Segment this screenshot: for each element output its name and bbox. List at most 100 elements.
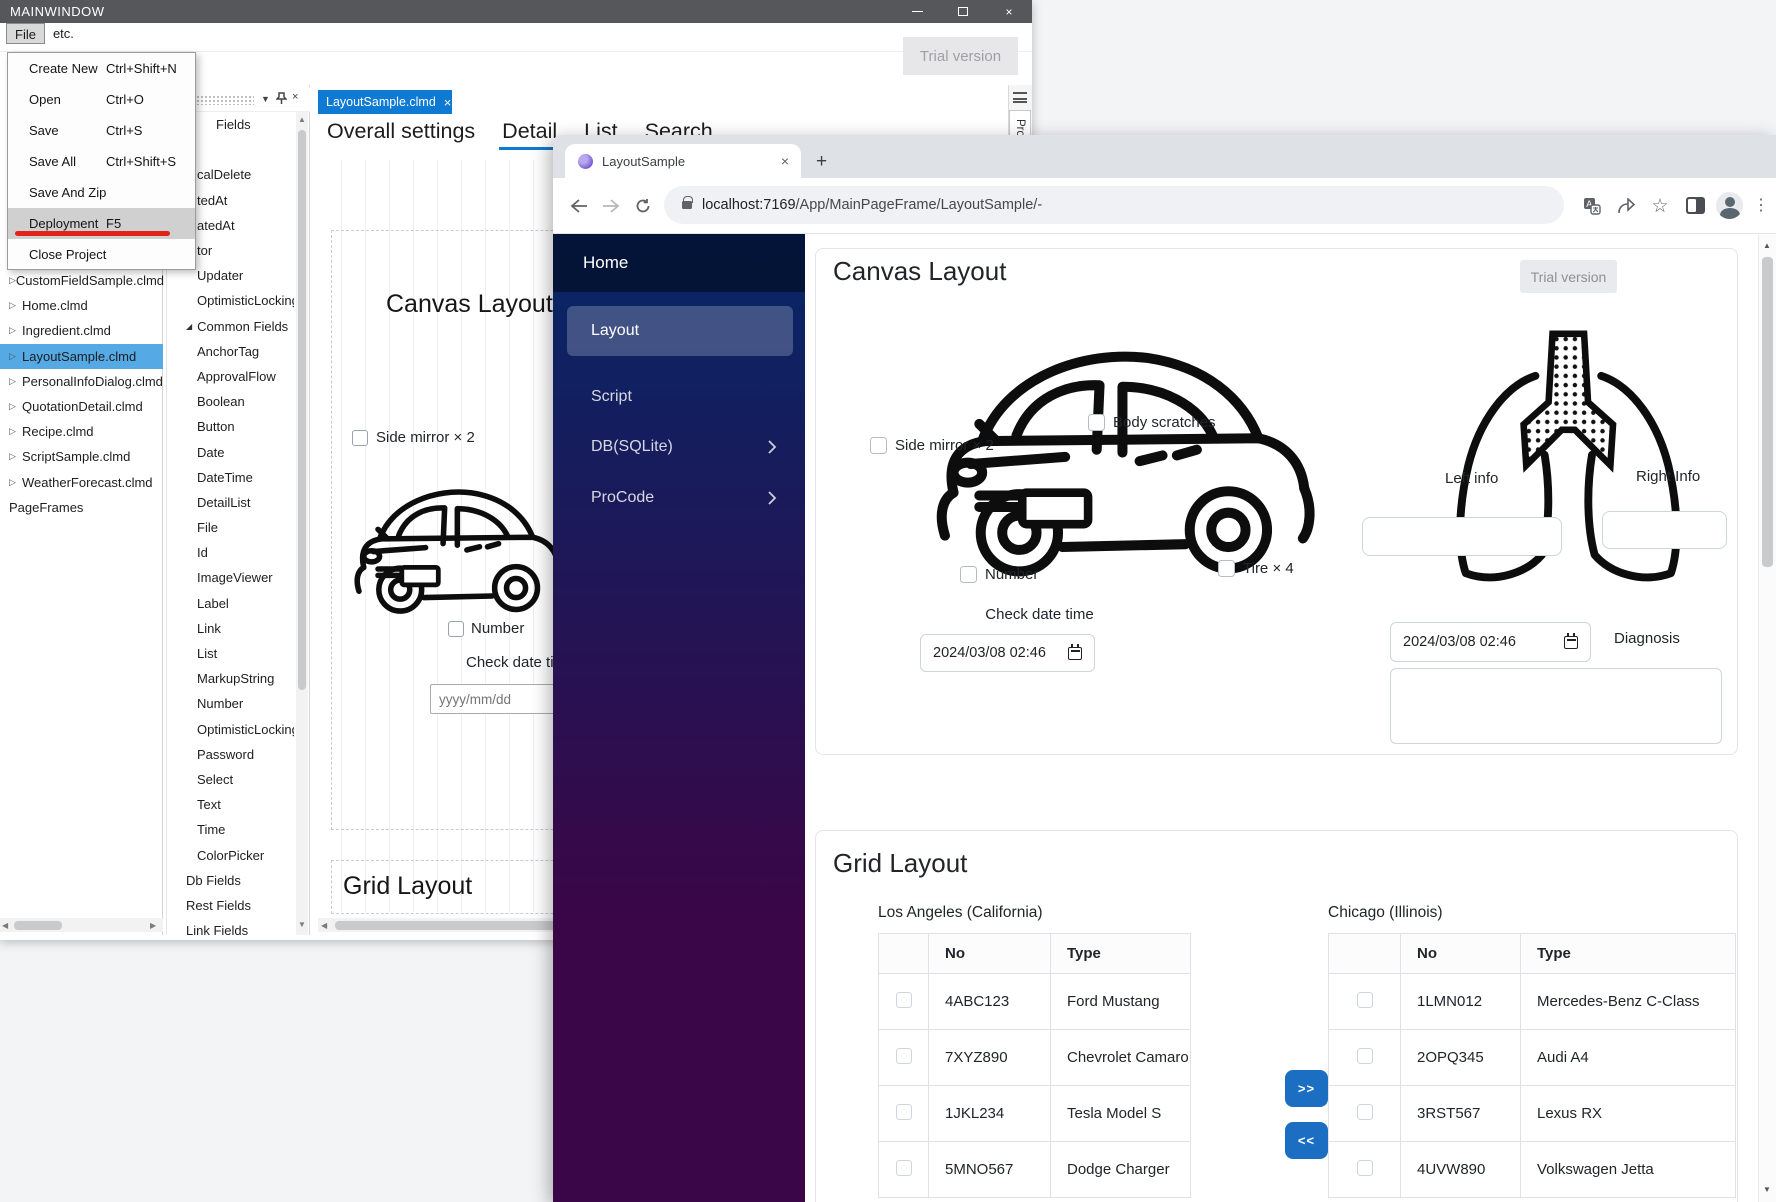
bookmark-star-icon[interactable]: ☆ [1648, 194, 1672, 218]
row-checkbox[interactable] [896, 992, 912, 1008]
table-row[interactable]: 2OPQ345 Audi A4 [1329, 1030, 1736, 1086]
tree-item[interactable]: ▷ CustomFieldSample.clmd [0, 268, 163, 293]
share-icon[interactable] [1614, 194, 1638, 218]
row-checkbox[interactable] [1357, 992, 1373, 1008]
field-item[interactable]: ImageViewer [166, 565, 294, 590]
move-left-button[interactable]: << [1285, 1122, 1328, 1159]
calendar-icon[interactable] [1564, 636, 1578, 649]
tree-item[interactable]: ▷ QuotationDetail.clmd [0, 394, 163, 419]
file-menu-item[interactable]: Create New Ctrl+Shift+N [8, 53, 195, 84]
tree-item[interactable]: ▷ Home.clmd [0, 293, 163, 318]
table-row[interactable]: 3RST567 Lexus RX [1329, 1086, 1736, 1142]
tree-expander-icon[interactable]: ▷ [9, 325, 22, 336]
fields-v-scrollbar-thumb[interactable] [298, 130, 306, 690]
table-row[interactable]: 1JKL234 Tesla Model S [879, 1086, 1191, 1142]
ide-close-button[interactable]: × [986, 0, 1032, 23]
row-checkbox[interactable] [1357, 1104, 1373, 1120]
table-row[interactable]: 5MNO567 Dodge Charger [879, 1142, 1191, 1198]
side-panel-icon[interactable] [1686, 197, 1705, 214]
field-item[interactable]: Link Fields [166, 918, 294, 943]
editor-tab-layoutsample[interactable]: LayoutSample.clmd × [318, 90, 452, 114]
tree-item[interactable]: ▷ Recipe.clmd [0, 419, 163, 444]
scroll-up-icon[interactable]: ▲ [1763, 241, 1771, 250]
table-row[interactable]: 4UVW890 Volkswagen Jetta [1329, 1142, 1736, 1198]
file-menu-item[interactable]: Open Ctrl+O [8, 84, 195, 115]
pin-icon[interactable] [276, 92, 287, 110]
new-tab-icon[interactable]: + [816, 151, 827, 173]
tree-expander-icon[interactable]: ▷ [9, 401, 22, 412]
field-item[interactable]: AnchorTag [166, 339, 294, 364]
reload-icon[interactable] [630, 193, 656, 219]
table-row[interactable]: 1LMN012 Mercedes-Benz C-Class [1329, 974, 1736, 1030]
calendar-icon[interactable] [1068, 647, 1082, 660]
field-item[interactable]: MarkupString [166, 666, 294, 691]
file-menu-item[interactable]: Save Ctrl+S [8, 115, 195, 146]
field-item[interactable]: Button [166, 414, 294, 439]
field-item[interactable]: DetailList [166, 490, 294, 515]
translate-icon[interactable]: A [1580, 194, 1604, 218]
file-menu-item[interactable]: Close Project [8, 239, 195, 270]
file-menu-item[interactable]: Save All Ctrl+Shift+S [8, 146, 195, 177]
field-item[interactable]: Label [166, 591, 294, 616]
row-checkbox[interactable] [1357, 1048, 1373, 1064]
tree-expander-icon[interactable]: ▷ [9, 275, 16, 286]
body-scratches-checkbox[interactable] [1088, 414, 1105, 431]
table-row[interactable]: 4ABC123 Ford Mustang [879, 974, 1191, 1030]
sidebar-nav-item[interactable]: ProCode [567, 473, 793, 523]
right-info-input[interactable] [1602, 511, 1727, 549]
move-right-button[interactable]: >> [1285, 1070, 1328, 1107]
field-item[interactable]: Select [166, 767, 294, 792]
field-item[interactable]: Id [166, 540, 294, 565]
tree-h-scrollbar-thumb[interactable] [14, 921, 62, 930]
tree-expander-icon[interactable]: ▷ [9, 426, 22, 437]
tree-item[interactable]: ▷ Ingredient.clmd [0, 318, 163, 343]
field-item[interactable]: Text [166, 792, 294, 817]
row-checkbox[interactable] [896, 1160, 912, 1176]
check-date-time-input[interactable]: 2024/03/08 02:46 [920, 634, 1095, 672]
tree-item[interactable]: ▷ LayoutSample.clmd [0, 344, 163, 369]
scroll-left-icon[interactable]: ◀ [321, 921, 327, 930]
designer-side-mirror-checkbox[interactable] [352, 430, 368, 446]
tree-expander-icon[interactable]: ▷ [9, 376, 22, 387]
tab-close-icon[interactable]: × [444, 95, 452, 110]
document-menu-item[interactable]: Overall settings [327, 119, 475, 150]
menubar-item[interactable]: File [6, 23, 45, 44]
scroll-up-icon[interactable]: ▲ [298, 115, 306, 124]
sidebar-brand-row[interactable]: Home [553, 234, 805, 292]
group-expander-icon[interactable]: ◢ [186, 322, 192, 331]
field-item[interactable]: Rest Fields [166, 893, 294, 918]
field-item[interactable]: Boolean [166, 389, 294, 414]
tree-expander-icon[interactable]: ▷ [9, 451, 22, 462]
sidebar-nav-item[interactable]: DB(SQLite) [567, 422, 793, 472]
dropdown-arrow-icon[interactable]: ▼ [261, 94, 270, 104]
panel-close-icon[interactable]: × [292, 91, 298, 103]
field-item[interactable]: OptimisticLocking [166, 717, 294, 742]
file-menu-item[interactable]: Save And Zip [8, 177, 195, 208]
field-item[interactable]: Time [166, 817, 294, 842]
diagnosis-textarea[interactable] [1390, 668, 1722, 744]
field-item[interactable]: DateTime [166, 465, 294, 490]
scroll-down-icon[interactable]: ▼ [298, 920, 306, 929]
fields-v-scrollbar[interactable]: ▲ ▼ [296, 112, 308, 935]
left-info-input[interactable] [1362, 517, 1562, 556]
tree-expander-icon[interactable]: ▷ [9, 351, 22, 362]
tree-expander-icon[interactable]: ▷ [9, 300, 22, 311]
field-item[interactable]: File [166, 515, 294, 540]
tree-item[interactable]: PageFrames [0, 495, 163, 520]
sidebar-nav-item[interactable]: Layout [567, 306, 793, 356]
document-menu-item[interactable]: Detail [502, 119, 557, 150]
browser-tab[interactable]: LayoutSample × [565, 144, 801, 178]
profile-avatar[interactable] [1716, 192, 1743, 219]
scroll-down-icon[interactable]: ▼ [1763, 1185, 1771, 1194]
row-checkbox[interactable] [896, 1104, 912, 1120]
field-item[interactable]: Password [166, 742, 294, 767]
field-item[interactable]: Date [166, 439, 294, 464]
table-row[interactable]: 7XYZ890 Chevrolet Camaro [879, 1030, 1191, 1086]
side-mirror-checkbox[interactable] [870, 437, 887, 454]
field-item[interactable]: Link [166, 616, 294, 641]
number-checkbox[interactable] [960, 566, 977, 583]
scroll-left-icon[interactable]: ◀ [2, 921, 8, 930]
tree-item[interactable]: ▷ PersonalInfoDialog.clmd [0, 369, 163, 394]
forward-icon[interactable] [598, 193, 624, 219]
field-item[interactable]: Number [166, 691, 294, 716]
